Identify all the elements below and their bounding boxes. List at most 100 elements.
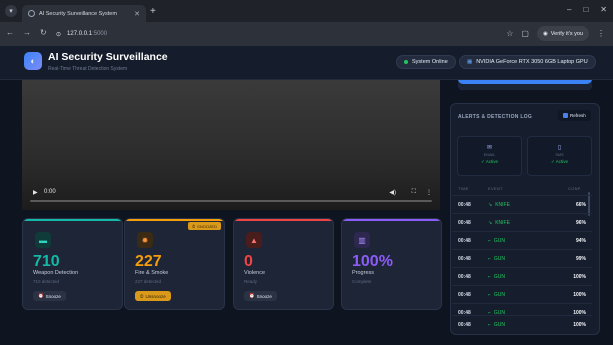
row-event: GUN xyxy=(493,321,506,328)
tab-title: AI Security Surveillance System xyxy=(39,10,117,17)
timer-icon: ⏲ xyxy=(140,293,144,299)
volume-icon[interactable]: ◀) xyxy=(389,189,396,196)
email-stat-label: EMAIL xyxy=(483,153,496,157)
refresh-icon xyxy=(563,113,568,118)
row-event: KNIFE xyxy=(495,219,510,226)
card-sub: Complete xyxy=(352,279,372,284)
fire-smoke-card: ⏱ SNOOZED ✹ 227 Fire & Smoke 227 detecte… xyxy=(124,218,225,310)
close-tab-icon[interactable]: ✕ xyxy=(134,10,140,18)
card-value: 710 xyxy=(33,253,60,270)
row-conf: 96% xyxy=(575,219,586,226)
fire-icon: ✹ xyxy=(137,232,153,248)
detect-button[interactable] xyxy=(458,80,592,90)
row-time: 00:48 xyxy=(458,237,471,244)
unsnooze-label: Unsnooze xyxy=(145,293,166,299)
row-time: 00:48 xyxy=(458,255,471,262)
reload-icon[interactable]: ↻ xyxy=(40,28,47,37)
snoozed-badge-text: SNOOZED xyxy=(197,223,217,229)
clock-icon: ⏱ xyxy=(192,223,196,229)
browser-tab-strip: ▾ AI Security Surveillance System ✕ + – … xyxy=(0,0,613,22)
alarm-icon: ⏰ xyxy=(38,293,44,298)
row-time: 00:48 xyxy=(458,273,471,280)
url-host: 127.0.0.1 xyxy=(67,31,93,37)
email-stat: ✉ EMAIL ✓ Active xyxy=(457,136,522,176)
nav-buttons: ← → ↻ xyxy=(6,28,47,37)
row-conf: 100% xyxy=(573,321,586,328)
profile-avatar-icon: ◉ xyxy=(542,30,548,37)
phone-icon: ▯ xyxy=(557,145,562,151)
row-conf: 99% xyxy=(575,255,586,262)
table-row[interactable]: 00:48 ⌐ GUN 94% xyxy=(452,231,592,249)
more-options-icon[interactable]: ⋮ xyxy=(426,189,432,196)
page-title: AI Security Surveillance xyxy=(48,51,168,63)
unsnooze-button[interactable]: ⏲ Unsnooze xyxy=(135,291,171,301)
sms-stat: ▯ SMS ✓ Active xyxy=(527,136,592,176)
close-window-icon[interactable]: ✕ xyxy=(600,5,607,14)
table-row[interactable]: 00:48 ↘ KNIFE 66% xyxy=(452,195,592,213)
profile-label: Verify it's you xyxy=(550,30,583,37)
snooze-button[interactable]: ⏰ Snooze xyxy=(33,291,66,301)
menu-kebab-icon[interactable]: ⋮ xyxy=(597,29,605,38)
video-progress-bar[interactable] xyxy=(30,200,432,202)
row-conf: 100% xyxy=(573,291,586,298)
card-sub: 710 detected xyxy=(33,279,60,284)
maximize-icon[interactable]: □ xyxy=(583,5,588,14)
row-event: GUN xyxy=(493,291,506,298)
gun-icon: ⌐ xyxy=(488,273,491,280)
gun-icon: ⌐ xyxy=(488,291,491,298)
card-accent-line xyxy=(125,219,224,221)
card-label: Violence xyxy=(244,270,265,276)
sms-stat-status: ✓ Active xyxy=(550,159,569,164)
warning-icon: ▲ xyxy=(246,232,262,248)
alarm-icon: ⏰ xyxy=(249,293,255,298)
new-tab-icon[interactable]: + xyxy=(150,6,156,17)
card-accent-line xyxy=(342,219,441,221)
browser-tab[interactable]: AI Security Surveillance System ✕ xyxy=(22,5,146,22)
gun-icon: ⌐ xyxy=(488,321,491,328)
col-time: TIME xyxy=(458,186,469,191)
back-icon[interactable]: ← xyxy=(6,28,14,37)
extensions-icon[interactable]: ▢ xyxy=(521,29,529,38)
snoozed-badge: ⏱ SNOOZED xyxy=(188,222,221,230)
favicon-icon xyxy=(28,10,35,17)
email-icon: ✉ xyxy=(486,145,493,151)
chart-icon: ▥ xyxy=(354,232,370,248)
minimize-icon[interactable]: – xyxy=(567,5,571,14)
fullscreen-icon[interactable]: ⛶ xyxy=(412,189,416,196)
progress-card: ▥ 100% Progress Complete xyxy=(341,218,442,310)
system-status-badge: System Online xyxy=(396,55,456,69)
play-icon[interactable]: ▶ xyxy=(33,189,38,196)
table-row[interactable]: 00:48 ⌐ GUN 100% xyxy=(452,267,592,285)
gun-icon: ⌐ xyxy=(488,237,491,244)
table-row[interactable]: 00:48 ⌐ GUN 100% xyxy=(452,285,592,303)
snooze-label: Snooze xyxy=(256,293,272,299)
email-stat-status: ✓ Active xyxy=(480,159,499,164)
card-accent-line xyxy=(234,219,333,221)
refresh-button[interactable]: Refresh xyxy=(558,110,591,121)
gpu-name: NVIDIA GeForce RTX 3050 6GB Laptop GPU xyxy=(476,59,588,65)
card-label: Progress xyxy=(352,270,375,276)
row-event: KNIFE xyxy=(495,201,510,208)
refresh-label: Refresh xyxy=(570,113,586,118)
profile-button[interactable]: ◉ Verify it's you xyxy=(536,26,589,41)
forward-icon[interactable]: → xyxy=(23,28,31,37)
gpu-badge: ▦ NVIDIA GeForce RTX 3050 6GB Laptop GPU xyxy=(459,55,596,69)
table-row[interactable]: 00:48 ↘ KNIFE 96% xyxy=(452,213,592,231)
table-row[interactable]: 00:48 ⌐ GUN 100% xyxy=(452,315,592,333)
gpu-chip-icon: ▦ xyxy=(467,59,473,65)
row-time: 00:48 xyxy=(458,201,471,208)
site-info-icon[interactable]: ⊙ xyxy=(56,31,61,38)
table-row[interactable]: 00:48 ⌐ GUN 99% xyxy=(452,249,592,267)
url-input[interactable]: ⊙ 127.0.0.1:5000 xyxy=(48,26,468,42)
bookmark-star-icon[interactable]: ☆ xyxy=(506,29,513,38)
video-time: 0:00 xyxy=(44,189,56,195)
row-event: GUN xyxy=(493,273,506,280)
toolbar-icons: ☆ ▢ ◉ Verify it's you ⋮ xyxy=(506,26,605,41)
tab-search-icon[interactable]: ▾ xyxy=(5,5,17,17)
snooze-button[interactable]: ⏰ Snooze xyxy=(244,291,277,301)
knife-icon: ↘ xyxy=(488,201,493,208)
row-event: GUN xyxy=(493,255,506,262)
row-event: GUN xyxy=(493,237,506,244)
col-event: EVENT xyxy=(488,186,503,191)
row-conf: 94% xyxy=(575,237,586,244)
